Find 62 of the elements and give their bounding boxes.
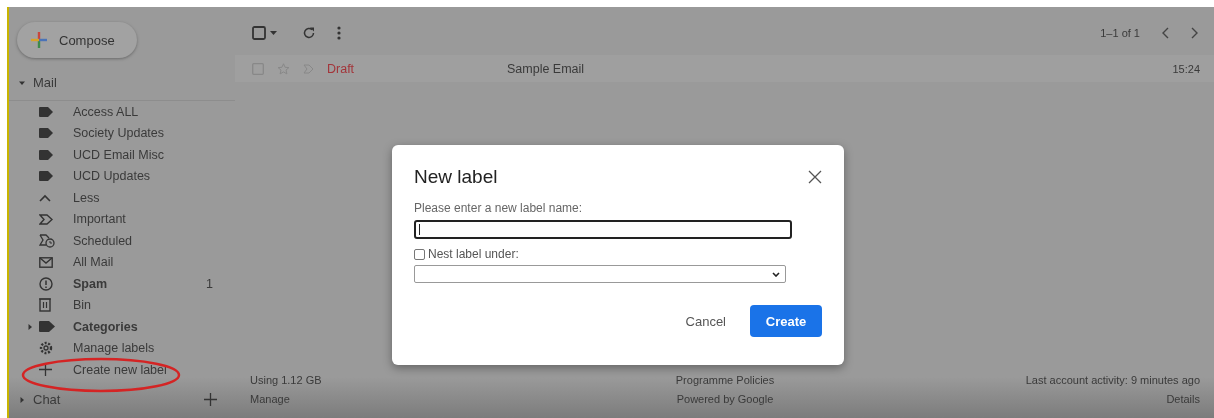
- expand-arrow-icon[interactable]: [19, 396, 25, 403]
- sidebar-item[interactable]: Scheduled: [9, 230, 235, 252]
- collapse-arrow-icon[interactable]: [19, 79, 25, 86]
- create-button[interactable]: Create: [750, 305, 822, 337]
- sidebar-item[interactable]: Access ALL: [9, 101, 235, 123]
- close-icon[interactable]: [808, 170, 822, 184]
- sidebar-item[interactable]: All Mail: [9, 251, 235, 273]
- caret-icon[interactable]: [270, 31, 277, 35]
- gear-icon: [39, 341, 53, 356]
- checkbox-icon[interactable]: [252, 26, 266, 40]
- chevron-down-icon: [772, 271, 780, 277]
- plus-icon: [31, 32, 47, 48]
- plus-icon: [39, 363, 52, 377]
- draft-status: Draft: [327, 61, 356, 76]
- sidebar-item[interactable]: Create new label: [9, 359, 235, 381]
- sidebar-item[interactable]: Important: [9, 208, 235, 230]
- email-subject: Sample Email: [507, 61, 585, 76]
- field-prompt: Please enter a new label name:: [414, 201, 584, 215]
- details-link[interactable]: Details: [774, 393, 1200, 406]
- chevron-left-icon[interactable]: [1162, 27, 1169, 39]
- expand-arrow-icon[interactable]: [27, 323, 33, 330]
- manage-link[interactable]: Manage: [250, 393, 676, 406]
- sidebar-item[interactable]: Less: [9, 187, 235, 209]
- label-name-field[interactable]: [414, 220, 792, 239]
- cancel-button[interactable]: Cancel: [677, 305, 734, 337]
- sidebar-item[interactable]: UCD Email Misc: [9, 144, 235, 166]
- nest-checkbox[interactable]: [414, 248, 425, 260]
- section-header[interactable]: Chat: [33, 392, 61, 407]
- label-icon: [39, 106, 53, 117]
- chevron-right-icon[interactable]: [1191, 27, 1198, 39]
- dialog-title: New label: [414, 166, 498, 188]
- label-icon: [39, 321, 55, 333]
- policies-link[interactable]: Programme Policies: [675, 374, 775, 387]
- sidebar-item[interactable]: Spam 1: [9, 273, 235, 295]
- label-icon: [39, 149, 53, 160]
- important-icon: [39, 213, 53, 225]
- parent-label-dropdown[interactable]: [414, 265, 786, 283]
- envelope-icon: [39, 256, 53, 268]
- checkbox-label: Nest label under:: [428, 247, 519, 261]
- sidebar-item[interactable]: Society Updates: [9, 122, 235, 144]
- scheduled-icon: [39, 233, 55, 248]
- trash-icon: [39, 298, 51, 313]
- sidebar-item[interactable]: Categories: [9, 316, 235, 338]
- email-row[interactable]: Draft Sample Email 15:24: [235, 55, 1214, 82]
- account-activity: Last account activity: 9 minutes ago: [1024, 374, 1200, 387]
- compose-button[interactable]: Compose: [17, 22, 137, 58]
- label-icon: [39, 171, 53, 182]
- refresh-icon[interactable]: [303, 27, 315, 39]
- warning-icon: [39, 276, 53, 291]
- sidebar-item[interactable]: Bin: [9, 294, 235, 316]
- sidebar-item[interactable]: UCD Updates: [9, 165, 235, 187]
- chevron-up-icon: [39, 193, 51, 202]
- sidebar-item[interactable]: Manage labels: [9, 337, 235, 359]
- storage-usage: Using 1.12 GB: [250, 374, 323, 387]
- unread-count: 1: [206, 276, 213, 291]
- section-header[interactable]: Mail: [33, 75, 57, 90]
- email-time: 15:24: [1172, 62, 1201, 75]
- label-icon: [39, 128, 53, 139]
- powered-by-text: Powered by Google: [675, 393, 775, 406]
- more-icon[interactable]: [337, 26, 341, 40]
- plus-icon[interactable]: [204, 393, 217, 406]
- pagination-text: 1–1 of 1: [1100, 27, 1140, 39]
